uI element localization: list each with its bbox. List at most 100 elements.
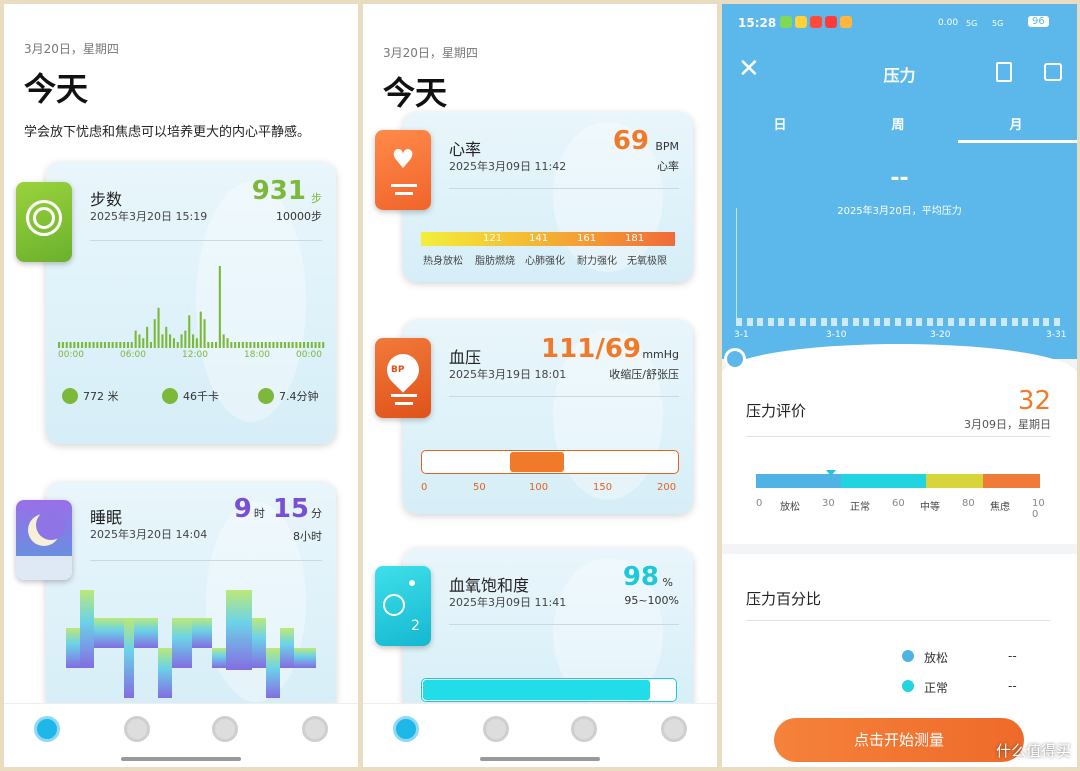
legend-label: 正常	[924, 681, 949, 695]
step-bar	[115, 342, 118, 348]
step-bar	[322, 342, 325, 348]
step-bar	[119, 342, 122, 348]
step-bar	[268, 342, 271, 348]
legend-dot	[902, 650, 914, 662]
step-bar	[176, 342, 179, 348]
heart-mark: 141	[529, 233, 549, 244]
blood-pressure-badge-icon: BP	[375, 338, 431, 418]
header-title: 压力	[883, 66, 916, 85]
day-stress-dot	[1054, 318, 1060, 326]
nav-device-icon[interactable]	[571, 716, 597, 742]
chart-slider-handle[interactable]	[724, 348, 746, 370]
sleep-hours-unit: 时	[253, 507, 265, 520]
status-sig1: 5G	[966, 19, 978, 28]
sleep-duration: 9 时 15 分	[234, 494, 322, 524]
step-bar	[283, 342, 286, 348]
day-stress-dot	[884, 318, 891, 326]
heart-rate-card[interactable]: 心率 2025年3月09日 11:42 69 BPM 心率 121 141 16…	[403, 112, 693, 282]
start-measure-button[interactable]: 点击开始测量	[774, 718, 1024, 762]
step-bar	[295, 342, 298, 348]
nav-home-icon[interactable]	[393, 716, 419, 742]
heart-zone-label: 脂肪燃烧	[475, 256, 515, 267]
step-bar	[280, 342, 283, 348]
day-stress-dot	[1043, 318, 1050, 326]
steps-title: 步数	[90, 190, 123, 209]
legend-value: --	[1008, 679, 1017, 693]
home-indicator[interactable]	[480, 757, 600, 761]
day-stress-dot	[820, 318, 827, 326]
steps-card[interactable]: 步数 2025年3月20日 15:19 931 步 10000步 00:00 0…	[46, 162, 336, 444]
scale-num: 60	[892, 498, 905, 509]
status-app-icons	[780, 16, 852, 28]
step-bar	[103, 342, 106, 348]
x-tick: 3-10	[826, 330, 847, 340]
bp-range-fill	[510, 452, 564, 472]
step-bar	[241, 342, 244, 348]
step-bar	[203, 319, 206, 348]
day-stress-dot	[746, 318, 753, 326]
ratio-title: 压力百分比	[746, 590, 822, 608]
nav-profile-icon[interactable]	[302, 716, 328, 742]
step-bar	[61, 342, 64, 348]
nav-sport-icon[interactable]	[124, 716, 150, 742]
step-bar	[276, 342, 279, 348]
heart-zone-label: 耐力强化	[577, 256, 617, 267]
day-stress-dot	[873, 318, 880, 326]
day-stress-dot	[926, 318, 933, 326]
step-bar	[88, 342, 91, 348]
steps-time: 2025年3月20日 15:19	[90, 210, 208, 223]
day-stress-dot	[1032, 318, 1039, 326]
tab-month[interactable]: 月	[986, 114, 1046, 133]
nav-device-icon[interactable]	[212, 716, 238, 742]
day-stress-dot	[1011, 318, 1018, 326]
step-bar	[299, 342, 302, 348]
spo2-card[interactable]: 血氧饱和度 2025年3月09日 11:41 98 % 95~100%	[403, 548, 693, 718]
monthly-stress-dots	[736, 318, 1066, 326]
clock-icon	[258, 388, 274, 404]
report-icon[interactable]	[996, 62, 1012, 82]
heart-mark: 161	[577, 233, 597, 244]
blood-pressure-card[interactable]: 血压 2025年3月19日 18:01 111/69 mmHg 收缩压/舒张压 …	[403, 320, 693, 514]
step-bar	[69, 342, 72, 348]
nav-home-icon[interactable]	[34, 716, 60, 742]
status-speed: 0.00	[938, 18, 959, 28]
scale-label: 正常	[850, 502, 870, 513]
calendar-icon[interactable]	[1044, 63, 1062, 81]
step-bar	[165, 326, 168, 348]
day-stress-dot	[948, 318, 954, 326]
spo2-bar	[421, 678, 677, 702]
avg-stress-value: --	[890, 166, 909, 191]
step-bar	[245, 342, 248, 348]
scale-num: 80	[962, 498, 975, 509]
spo2-bubbles-badge-icon: 2	[375, 566, 431, 646]
day-stress-dot	[1022, 318, 1029, 326]
sleep-card[interactable]: 睡眠 2025年3月20日 14:04 9 时 15 分 8小时	[46, 482, 336, 712]
day-stress-dot	[958, 318, 965, 326]
spo2-value: 98	[622, 562, 659, 592]
step-bar	[84, 342, 87, 348]
bp-value: 111/69	[541, 334, 641, 364]
home-indicator[interactable]	[121, 757, 241, 761]
duration-stat: 7.4分钟	[258, 388, 319, 404]
step-bar	[123, 342, 126, 348]
step-bar	[157, 307, 160, 348]
nav-sport-icon[interactable]	[483, 716, 509, 742]
bottom-nav	[363, 703, 717, 767]
motto-text: 学会放下忧虑和焦虑可以培养更大的内心平静感。	[24, 125, 311, 140]
tab-day[interactable]: 日	[750, 114, 810, 133]
date-label: 3月20日，星期四	[24, 42, 119, 56]
step-bar	[314, 342, 317, 348]
bp-unit: mmHg	[642, 348, 679, 361]
nav-profile-icon[interactable]	[661, 716, 687, 742]
bp-range-bar	[421, 450, 679, 474]
step-bar	[249, 342, 252, 348]
step-bar	[77, 342, 80, 348]
chart-cursor	[736, 208, 737, 318]
flame-icon	[162, 388, 178, 404]
step-bar	[73, 342, 76, 348]
sleep-moon-badge-icon	[16, 500, 72, 580]
bp-scale: 50	[473, 482, 486, 493]
tab-week[interactable]: 周	[868, 114, 928, 133]
steps-histogram	[58, 266, 325, 348]
spo2-bar-fill	[423, 680, 650, 700]
